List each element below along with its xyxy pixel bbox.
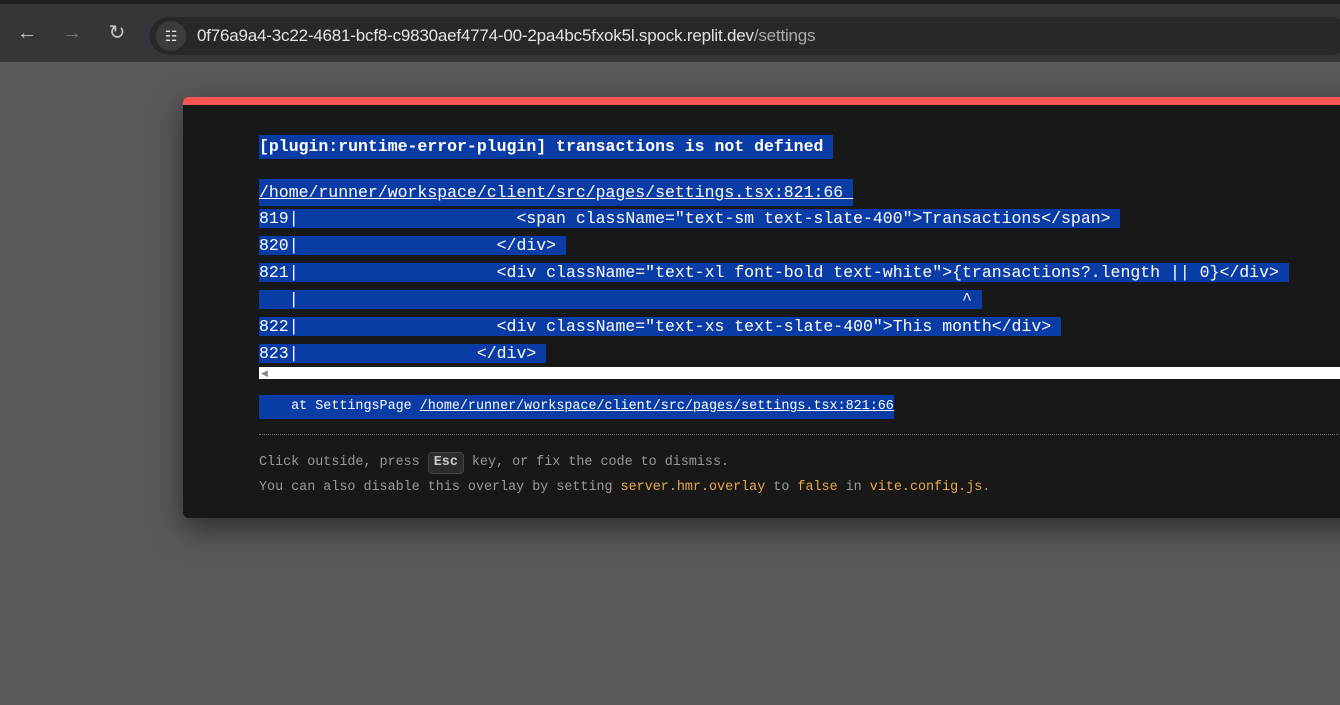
divider [259, 434, 1340, 435]
stack-prefix: at SettingsPage [259, 399, 420, 414]
stack-file-link[interactable]: /home/runner/workspace/client/src/pages/… [420, 399, 894, 414]
error-file-link[interactable]: /home/runner/workspace/client/src/pages/… [259, 179, 854, 206]
url-path: /settings [753, 26, 816, 45]
code-line: 820| </div> [259, 236, 566, 255]
config-file: vite.config.js [869, 480, 983, 495]
reload-icon: ↻ [108, 22, 126, 44]
tip-text: Click outside, press [259, 455, 428, 470]
code-line: 822| <div className="text-xs text-slate-… [259, 317, 1062, 336]
tune-icon: ☷ [164, 28, 178, 44]
disable-tip: You can also disable this overlay by set… [259, 478, 990, 498]
url-text[interactable]: 0f76a9a4-3c22-4681-bcf8-c9830aef4774-00-… [197, 26, 816, 46]
back-button[interactable]: ← [16, 22, 38, 44]
error-message: [plugin:runtime-error-plugin] transactio… [259, 135, 834, 159]
dismiss-tip: Click outside, press Esc key, or fix the… [259, 452, 729, 474]
tip-text: in [837, 480, 870, 495]
code-frame: 819| <span className="text-sm text-slate… [259, 205, 1289, 367]
arrow-right-icon: → [62, 22, 82, 44]
stack-trace: at SettingsPage /home/runner/workspace/c… [259, 395, 894, 419]
config-option: server.hmr.overlay [620, 480, 766, 495]
browser-toolbar: ← → ↻ ☷ 0f76a9a4-3c22-4681-bcf8-c9830aef… [0, 0, 1340, 62]
arrow-left-icon: ← [17, 22, 37, 44]
horizontal-scrollbar[interactable]: ◀ [259, 367, 1340, 379]
code-line: 819| <span className="text-sm text-slate… [259, 209, 1121, 228]
site-info-button[interactable]: ☷ [156, 21, 186, 51]
tip-text: to [765, 480, 798, 495]
error-overlay: [plugin:runtime-error-plugin] transactio… [183, 97, 1340, 518]
code-line: 823| </div> [259, 344, 547, 363]
tip-text: You can also disable this overlay by set… [259, 480, 621, 495]
reload-button[interactable]: ↻ [106, 22, 128, 44]
config-value: false [797, 480, 838, 495]
tip-text: key, or fix the code to dismiss. [463, 455, 730, 470]
tip-text: . [982, 480, 991, 495]
scroll-left-icon[interactable]: ◀ [261, 368, 268, 378]
code-line-caret: | ^ [259, 290, 982, 309]
code-line: 821| <div className="text-xl font-bold t… [259, 263, 1289, 282]
address-bar[interactable]: ☷ 0f76a9a4-3c22-4681-bcf8-c9830aef4774-0… [150, 17, 1340, 55]
forward-button[interactable]: → [61, 22, 83, 44]
esc-key-badge: Esc [427, 452, 464, 474]
url-host: 0f76a9a4-3c22-4681-bcf8-c9830aef4774-00-… [197, 26, 754, 45]
